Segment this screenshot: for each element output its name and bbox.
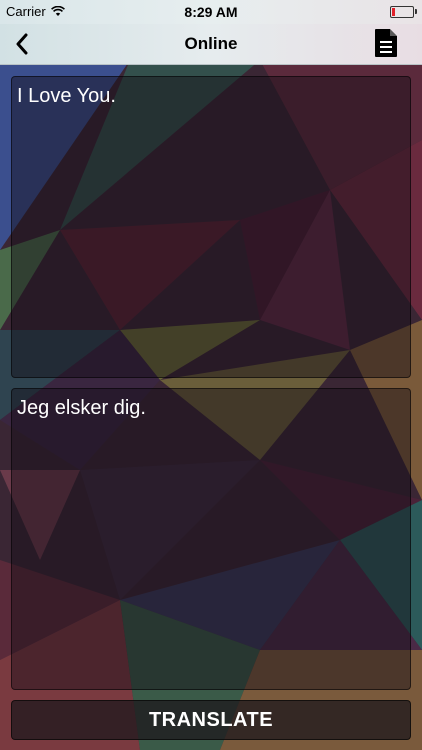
document-button[interactable] xyxy=(374,28,398,58)
source-text-area[interactable]: I Love You. xyxy=(11,76,411,378)
navigation-bar: Online xyxy=(0,24,422,65)
translation-text-area[interactable]: Jeg elsker dig. xyxy=(11,388,411,690)
source-text: I Love You. xyxy=(17,85,116,107)
page-title: Online xyxy=(184,34,238,53)
translation-text: Jeg elsker dig. xyxy=(17,397,146,419)
translate-button[interactable]: TRANSLATE xyxy=(11,700,411,740)
status-bar: Carrier 8:29 AM xyxy=(0,0,422,24)
status-time: 8:29 AM xyxy=(184,4,238,20)
document-icon xyxy=(375,29,397,57)
battery-low-icon xyxy=(390,6,417,18)
